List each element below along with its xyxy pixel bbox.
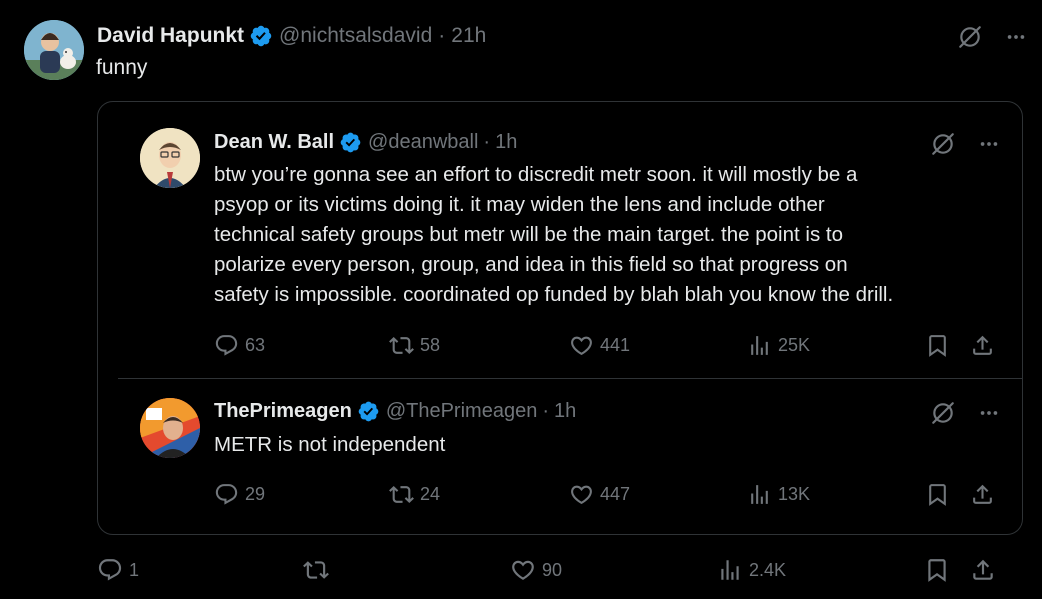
grok-icon[interactable] (930, 400, 956, 426)
reply-icon (214, 482, 239, 507)
reply-count: 1 (129, 559, 140, 580)
like-button[interactable]: 90 (510, 557, 562, 583)
views-icon (747, 482, 772, 507)
separator: · (483, 131, 491, 153)
share-button[interactable] (970, 482, 995, 507)
tweet-text: METR is not independent (214, 433, 446, 456)
reply-button[interactable]: 29 (214, 482, 265, 507)
reply-button[interactable]: 1 (97, 557, 139, 583)
share-icon (970, 557, 996, 583)
reply-count: 63 (245, 335, 266, 355)
timestamp[interactable]: 1h (554, 400, 576, 423)
bookmark-icon (925, 333, 950, 358)
like-count: 90 (542, 559, 563, 580)
retweet-button[interactable]: 58 (389, 333, 440, 358)
avatar-illustration (140, 398, 200, 458)
retweet-icon (389, 482, 414, 507)
bookmark-button[interactable] (925, 482, 950, 507)
verified-badge-icon (249, 24, 273, 48)
views-button[interactable]: 2.4K (717, 557, 786, 583)
like-button[interactable]: 441 (569, 333, 630, 358)
quoted-tweet-top-actions (930, 400, 1000, 426)
like-count: 441 (600, 335, 631, 355)
tweet-text: funny (96, 56, 148, 79)
main-tweet-header: David Hapunkt @nichtsalsdavid · 21h (97, 24, 486, 48)
quoted-tweet-header: ThePrimeagen @ThePrimeagen · 1h (214, 400, 576, 423)
retweet-button[interactable]: 24 (389, 482, 440, 507)
verified-badge-icon (357, 400, 380, 423)
avatar[interactable] (140, 398, 200, 458)
avatar-illustration (24, 20, 84, 80)
like-icon (510, 557, 536, 583)
bookmark-button[interactable] (924, 557, 950, 583)
retweet-count: 58 (420, 335, 441, 355)
retweet-icon (303, 557, 329, 583)
author-name[interactable]: Dean W. Ball (214, 131, 334, 154)
retweet-icon (389, 333, 414, 358)
author-handle[interactable]: @ThePrimeagen (386, 400, 537, 423)
share-icon (970, 333, 995, 358)
more-icon[interactable] (1005, 26, 1027, 48)
more-icon[interactable] (978, 402, 1000, 424)
avatar[interactable] (24, 20, 84, 80)
like-count: 447 (600, 484, 631, 504)
quoted-thread-card[interactable]: Dean W. Ball @deanwball · 1h btw you’re … (97, 101, 1023, 535)
reply-count: 29 (245, 484, 266, 504)
bookmark-button[interactable] (925, 333, 950, 358)
tweet: David Hapunkt @nichtsalsdavid · 21h funn… (0, 0, 1042, 599)
share-button[interactable] (970, 333, 995, 358)
author-name[interactable]: David Hapunkt (97, 24, 244, 48)
tweet-text: btw you’re gonna see an effort to discre… (214, 163, 894, 306)
views-button[interactable]: 13K (747, 482, 810, 507)
share-button[interactable] (970, 557, 996, 583)
like-icon (569, 333, 594, 358)
views-icon (747, 333, 772, 358)
thread-divider (118, 378, 1022, 379)
quoted-tweet-top-actions (930, 131, 1000, 157)
retweet-count: 24 (420, 484, 441, 504)
like-icon (569, 482, 594, 507)
avatar-illustration (140, 128, 200, 188)
author-handle[interactable]: @nichtsalsdavid (279, 24, 432, 48)
retweet-button[interactable] (303, 557, 335, 583)
views-count: 2.4K (749, 559, 787, 580)
bookmark-icon (924, 557, 950, 583)
share-icon (970, 482, 995, 507)
reply-icon (214, 333, 239, 358)
avatar[interactable] (140, 128, 200, 188)
views-count: 13K (778, 484, 811, 504)
views-button[interactable]: 25K (747, 333, 810, 358)
quoted-tweet-header: Dean W. Ball @deanwball · 1h (214, 131, 517, 154)
bookmark-icon (925, 482, 950, 507)
verified-badge-icon (339, 131, 362, 154)
separator: · (438, 24, 446, 47)
more-icon[interactable] (978, 133, 1000, 155)
timestamp[interactable]: 1h (495, 131, 517, 154)
author-name[interactable]: ThePrimeagen (214, 400, 352, 423)
reply-icon (97, 557, 123, 583)
views-icon (717, 557, 743, 583)
author-handle[interactable]: @deanwball (368, 131, 478, 154)
separator: · (542, 400, 549, 422)
grok-icon[interactable] (930, 131, 956, 157)
reply-button[interactable]: 63 (214, 333, 265, 358)
grok-icon[interactable] (957, 24, 983, 50)
main-tweet-top-actions (957, 24, 1027, 50)
views-count: 25K (778, 335, 811, 355)
like-button[interactable]: 447 (569, 482, 630, 507)
timestamp[interactable]: 21h (451, 24, 486, 48)
